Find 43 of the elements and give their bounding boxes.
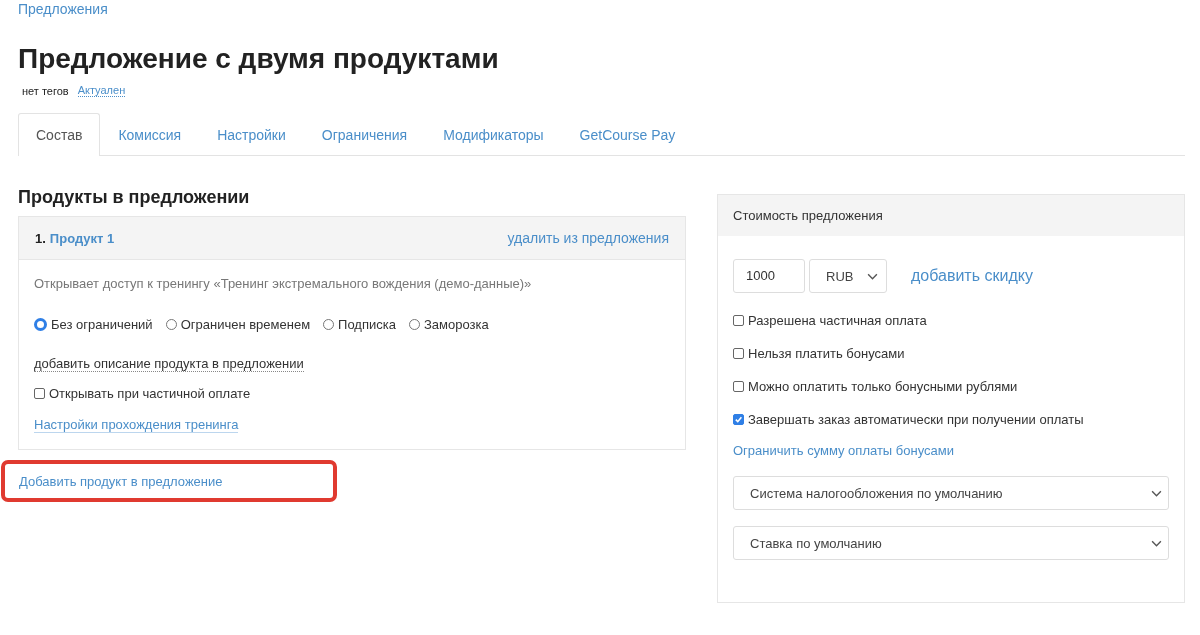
tab[interactable]: GetCourse Pay [561, 113, 694, 155]
add-description-link[interactable]: добавить описание продукта в предложении [34, 356, 304, 372]
remove-link[interactable]: удалить из предложения [507, 230, 669, 246]
product-number: 1. [35, 231, 46, 246]
chevron-down-icon [1151, 489, 1162, 497]
tab[interactable]: Состав [18, 113, 101, 156]
training-settings-link[interactable]: Настройки прохождения тренинга [34, 417, 239, 433]
checkbox[interactable] [733, 348, 744, 359]
price-field[interactable]: 1000 [733, 259, 805, 293]
panel-header: Стоимость предложения [718, 195, 1184, 236]
checkbox[interactable] [34, 388, 45, 399]
breadcrumb-link[interactable]: Предложения [18, 1, 108, 17]
add-discount-link[interactable]: добавить скидку [911, 267, 1033, 285]
tab[interactable]: Комиссия [100, 113, 200, 155]
checkbox[interactable] [733, 414, 744, 425]
chevron-down-icon [867, 272, 878, 280]
checkbox-label: Можно оплатить только бонусными рублями [748, 379, 1018, 394]
tab[interactable]: Модификаторы [425, 113, 562, 155]
tab[interactable]: Настройки [199, 113, 304, 155]
checkbox-label: Нельзя платить бонусами [748, 346, 905, 361]
checkbox[interactable] [733, 381, 744, 392]
tab[interactable]: Ограничения [303, 113, 426, 155]
checkbox-label: Открывать при частичной оплате [49, 386, 251, 401]
checkbox[interactable] [733, 315, 744, 326]
status-link[interactable]: Актуален [77, 84, 126, 97]
dropdown[interactable]: Ставка по умолчанию [733, 526, 1169, 560]
radio-label: Заморозка [423, 317, 489, 332]
checkbox-label: Завершать заказ автоматически при получении оплаты [748, 412, 1084, 427]
chevron-down-icon [1151, 539, 1162, 547]
checkbox-label: Разрешена частичная оплата [748, 313, 927, 328]
currency-select[interactable]: RUB [809, 259, 887, 293]
dropdown[interactable]: Система налогообложения по умолчанию [733, 476, 1169, 510]
product-description: Открывает доступ к тренингу «Тренинг экстремального вождения (демо-данные)» [34, 276, 532, 291]
radio-button[interactable] [34, 318, 47, 331]
bonus-limit-link[interactable]: Ограничить сумму оплаты бонусами [733, 443, 954, 458]
radio-label: Без ограничений [51, 317, 153, 332]
product-link[interactable]: Продукт 1 [49, 231, 115, 246]
section-heading: Продукты в предложении [18, 186, 251, 208]
page-title: Предложение с двумя продуктами [18, 42, 500, 76]
tags-label: нет тегов [22, 84, 69, 97]
radio-label: Ограничен временем [180, 317, 311, 332]
add-product-link[interactable]: Добавить продукт в предложение [19, 474, 223, 489]
radio-label: Подписка [338, 317, 396, 332]
